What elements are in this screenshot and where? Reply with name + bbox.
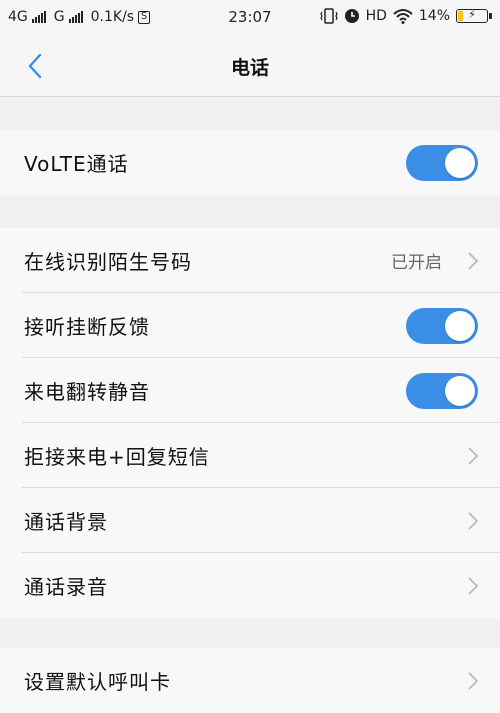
- row-label-reject-sms: 拒接来电+回复短信: [24, 445, 210, 469]
- section-call-settings: 在线识别陌生号码 已开启 接听挂断反馈 来电翻转静音 拒接来电+回复短信 通话背…: [0, 228, 500, 618]
- chevron-right-icon: [468, 672, 479, 690]
- section-default-card: 设置默认呼叫卡: [0, 648, 500, 713]
- row-call-recording[interactable]: 通话录音: [0, 553, 500, 618]
- row-answer-feedback[interactable]: 接听挂断反馈: [0, 293, 500, 358]
- flip-mute-toggle[interactable]: [406, 373, 478, 409]
- vibrate-icon: [319, 8, 338, 24]
- toggle-knob: [445, 311, 475, 341]
- row-label-flip-mute: 来电翻转静音: [24, 380, 150, 404]
- volte-toggle[interactable]: [406, 145, 478, 181]
- row-label-answer-feedback: 接听挂断反馈: [24, 315, 150, 339]
- hd-label: HD: [365, 8, 387, 24]
- row-label-call-background: 通话背景: [24, 510, 108, 534]
- status-bar: 4G G 0.1K/s S 23:07 HD 14% ⚡: [0, 0, 500, 34]
- wifi-icon: [393, 9, 413, 24]
- row-stranger-id[interactable]: 在线识别陌生号码 已开启: [0, 228, 500, 293]
- chevron-right-icon: [468, 512, 479, 530]
- row-call-background[interactable]: 通话背景: [0, 488, 500, 553]
- row-label-stranger-id: 在线识别陌生号码: [24, 250, 192, 274]
- row-value-stranger-id: 已开启: [391, 253, 442, 273]
- chevron-right-icon: [468, 447, 479, 465]
- alarm-icon: [344, 9, 359, 23]
- row-label-call-recording: 通话录音: [24, 575, 108, 599]
- chevron-right-icon: [468, 577, 479, 595]
- answer-feedback-toggle[interactable]: [406, 308, 478, 344]
- section-volte: VoLTE通话: [0, 130, 500, 195]
- row-reject-sms[interactable]: 拒接来电+回复短信: [0, 423, 500, 488]
- toggle-knob: [445, 148, 475, 178]
- row-volte[interactable]: VoLTE通话: [0, 130, 500, 195]
- row-flip-mute[interactable]: 来电翻转静音: [0, 358, 500, 423]
- battery-charging-icon: ⚡: [456, 8, 492, 23]
- status-right: HD 14% ⚡: [319, 8, 492, 24]
- row-label-default-card: 设置默认呼叫卡: [24, 670, 171, 694]
- row-label-volte: VoLTE通话: [24, 152, 129, 176]
- toggle-knob: [445, 376, 475, 406]
- battery-percent: 14%: [418, 8, 450, 24]
- row-default-card[interactable]: 设置默认呼叫卡: [0, 648, 500, 713]
- page-title: 电话: [230, 57, 269, 79]
- chevron-right-icon: [468, 252, 479, 270]
- nav-bar: 电话: [0, 34, 500, 97]
